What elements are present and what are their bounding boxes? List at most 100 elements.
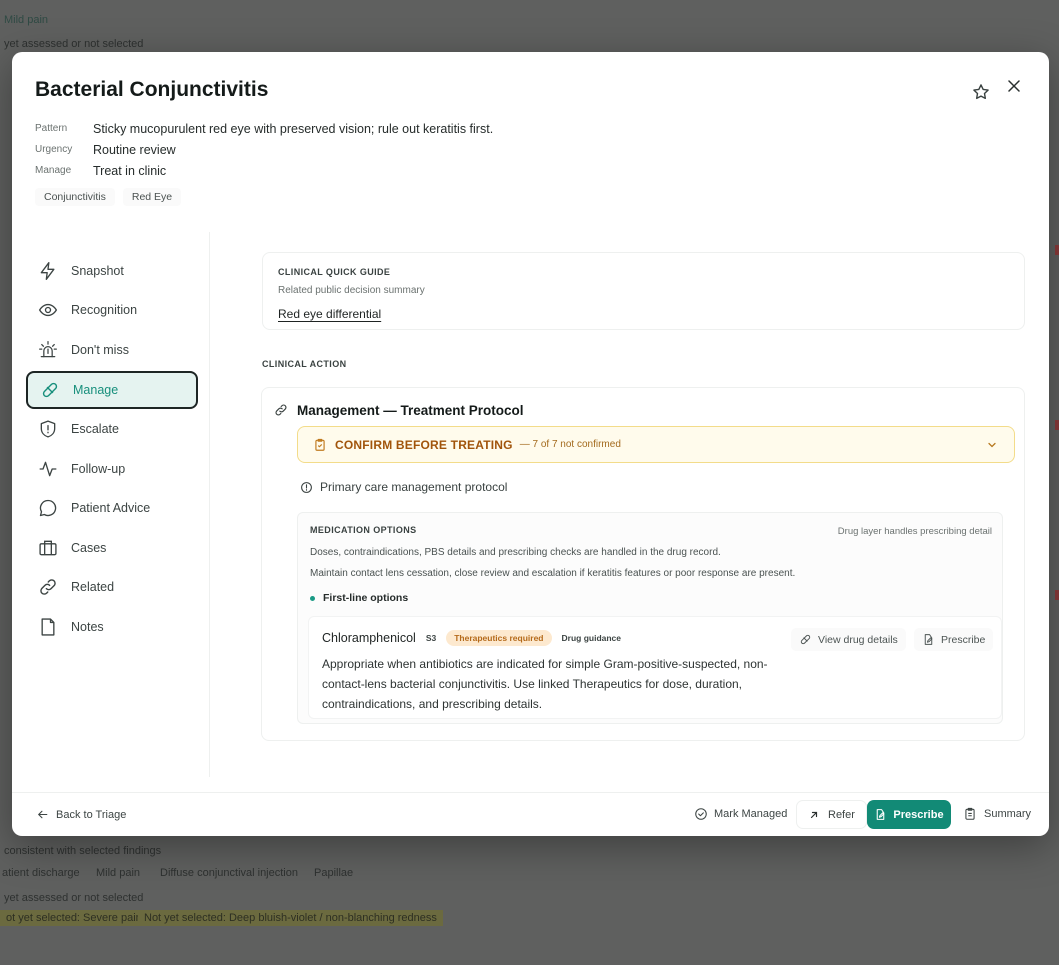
section-nav: Snapshot Recognition Don't miss Manage E… (12, 232, 210, 777)
protocol-type-label: Primary care management protocol (320, 480, 508, 494)
back-to-triage-button[interactable]: Back to Triage (36, 808, 126, 821)
view-drug-details-label: View drug details (818, 633, 898, 646)
nav-label: Patient Advice (71, 501, 151, 515)
manage-content: CLINICAL QUICK GUIDE Related public deci… (211, 232, 1049, 777)
nav-label: Recognition (71, 303, 138, 317)
view-drug-details-button[interactable]: View drug details (791, 628, 906, 651)
bg-marker (1055, 245, 1059, 255)
close-button[interactable] (1004, 76, 1024, 96)
info-icon (301, 481, 312, 493)
bg-text: consistent with selected findings (4, 845, 162, 857)
clipboard-check-icon (315, 438, 325, 451)
bg-text: Diffuse conjunctival injection (160, 867, 298, 879)
nav-label: Manage (73, 383, 119, 397)
prescribe-button[interactable]: Prescribe (867, 800, 951, 829)
check-circle-icon (695, 808, 707, 820)
red-eye-differential-link[interactable]: Red eye differential (278, 307, 381, 321)
bg-text: yet assessed or not selected (4, 38, 144, 50)
meta-key: Pattern (35, 123, 68, 134)
nav-label: Cases (71, 541, 107, 555)
nav-item-recognition[interactable]: Recognition (26, 291, 198, 329)
bg-text: yet assessed or not selected (4, 892, 144, 904)
nav-label: Related (71, 580, 115, 594)
drug-name: Chloramphenicol (322, 631, 416, 645)
clinical-quick-guide: CLINICAL QUICK GUIDE Related public deci… (262, 252, 1025, 330)
summary-button[interactable]: Summary (963, 807, 1031, 821)
favorite-button[interactable] (971, 82, 991, 102)
clinical-action-heading: CLINICAL ACTION (262, 359, 347, 369)
drug-prescribe-button[interactable]: Prescribe (914, 628, 994, 651)
bg-badge: Not yet selected: Deep bluish-violet / n… (138, 910, 443, 926)
nav-label: Don't miss (71, 343, 129, 357)
back-label: Back to Triage (56, 808, 127, 821)
bg-text: Papillae (314, 867, 354, 879)
mark-managed-button[interactable]: Mark Managed (694, 807, 787, 821)
bg-text: Mild pain (96, 867, 141, 879)
pill-icon (800, 634, 811, 645)
nav-label: Follow-up (71, 462, 126, 476)
nav-item-patient-advice[interactable]: Patient Advice (26, 489, 198, 527)
treatment-protocol-card: Management — Treatment Protocol CONFIRM … (261, 387, 1025, 741)
modal-footer: Back to Triage Mark Managed Refer Prescr… (12, 792, 1049, 836)
nav-item-notes[interactable]: Notes (26, 608, 198, 646)
nav-item-escalate[interactable]: Escalate (26, 410, 198, 448)
briefcase-icon (39, 540, 57, 556)
bullet-dot (310, 595, 315, 601)
confirm-status: — 7 of 7 not confirmed (519, 439, 621, 450)
drug-header: Chloramphenicol S3 Therapeutics required… (322, 630, 621, 646)
star-icon (973, 84, 989, 100)
bg-marker (1055, 420, 1059, 430)
drug-description-line: Appropriate when antibiotics are indicat… (322, 657, 768, 671)
link-icon (40, 579, 56, 595)
drug-description-line: contraindications, and prescribing detai… (322, 697, 543, 711)
edit-document-icon (877, 809, 885, 820)
meta-key: Urgency (35, 144, 73, 155)
tag-conjunctivitis[interactable]: Conjunctivitis (35, 188, 115, 206)
meta-row-pattern: Pattern Sticky mucopurulent red eye with… (35, 118, 493, 139)
confirm-before-treating-toggle[interactable]: CONFIRM BEFORE TREATING — 7 of 7 not con… (297, 426, 1015, 463)
nav-item-manage[interactable]: Manage (26, 371, 198, 409)
bg-marker (1055, 590, 1059, 600)
edit-document-icon (924, 634, 933, 645)
quick-guide-subtitle: Related public decision summary (278, 285, 425, 296)
first-line-label: First-line options (323, 592, 409, 604)
summary-label: Summary (984, 808, 1032, 820)
confirm-title: CONFIRM BEFORE TREATING (335, 437, 513, 452)
medication-note: Drug layer handles prescribing detail (837, 526, 992, 537)
pill-icon (42, 382, 58, 398)
medication-info-line: Maintain contact lens cessation, close r… (310, 568, 796, 579)
refer-label: Refer (828, 808, 855, 821)
nav-item-follow-up[interactable]: Follow-up (26, 450, 198, 488)
note-icon (41, 618, 55, 636)
lightning-icon (40, 262, 55, 280)
nav-item-related[interactable]: Related (26, 568, 198, 606)
therapeutics-required-badge: Therapeutics required (446, 630, 552, 646)
eye-icon (38, 303, 58, 317)
first-line-group: First-line options (310, 592, 408, 604)
bg-text: Mild pain (4, 14, 49, 26)
medication-info-line: Doses, contraindications, PBS details an… (310, 547, 721, 558)
drug-guidance-badge: Drug guidance (561, 633, 622, 643)
condition-tags: Conjunctivitis Red Eye (35, 188, 182, 206)
modal-title: Bacterial Conjunctivitis (35, 78, 269, 101)
prescribe-label: Prescribe (893, 808, 944, 821)
drug-description-line: contact-lens bacterial conjunctivitis. U… (322, 677, 742, 691)
nav-label: Snapshot (71, 264, 124, 278)
bg-text: atient discharge (2, 867, 80, 879)
nav-item-dont-miss[interactable]: Don't miss (26, 331, 198, 369)
condition-modal: Bacterial Conjunctivitis Pattern Sticky … (12, 52, 1049, 836)
medication-options: MEDICATION OPTIONS Drug layer handles pr… (297, 512, 1003, 724)
nav-item-cases[interactable]: Cases (26, 529, 198, 567)
tag-red-eye[interactable]: Red Eye (122, 188, 182, 206)
protocol-title: Management — Treatment Protocol (297, 403, 524, 418)
modal-header: Bacterial Conjunctivitis Pattern Sticky … (12, 52, 1049, 232)
nav-label: Notes (71, 620, 104, 634)
refer-button[interactable]: Refer (796, 800, 867, 829)
drug-option-chloramphenicol: Chloramphenicol S3 Therapeutics required… (308, 616, 1002, 719)
bg-badge: ot yet selected: Severe pain (0, 910, 148, 926)
drug-description: Appropriate when antibiotics are indicat… (322, 654, 768, 714)
arrow-up-right-icon (810, 811, 818, 818)
nav-item-snapshot[interactable]: Snapshot (26, 252, 198, 290)
quick-guide-heading: CLINICAL QUICK GUIDE (278, 267, 391, 277)
close-icon (1008, 80, 1020, 92)
